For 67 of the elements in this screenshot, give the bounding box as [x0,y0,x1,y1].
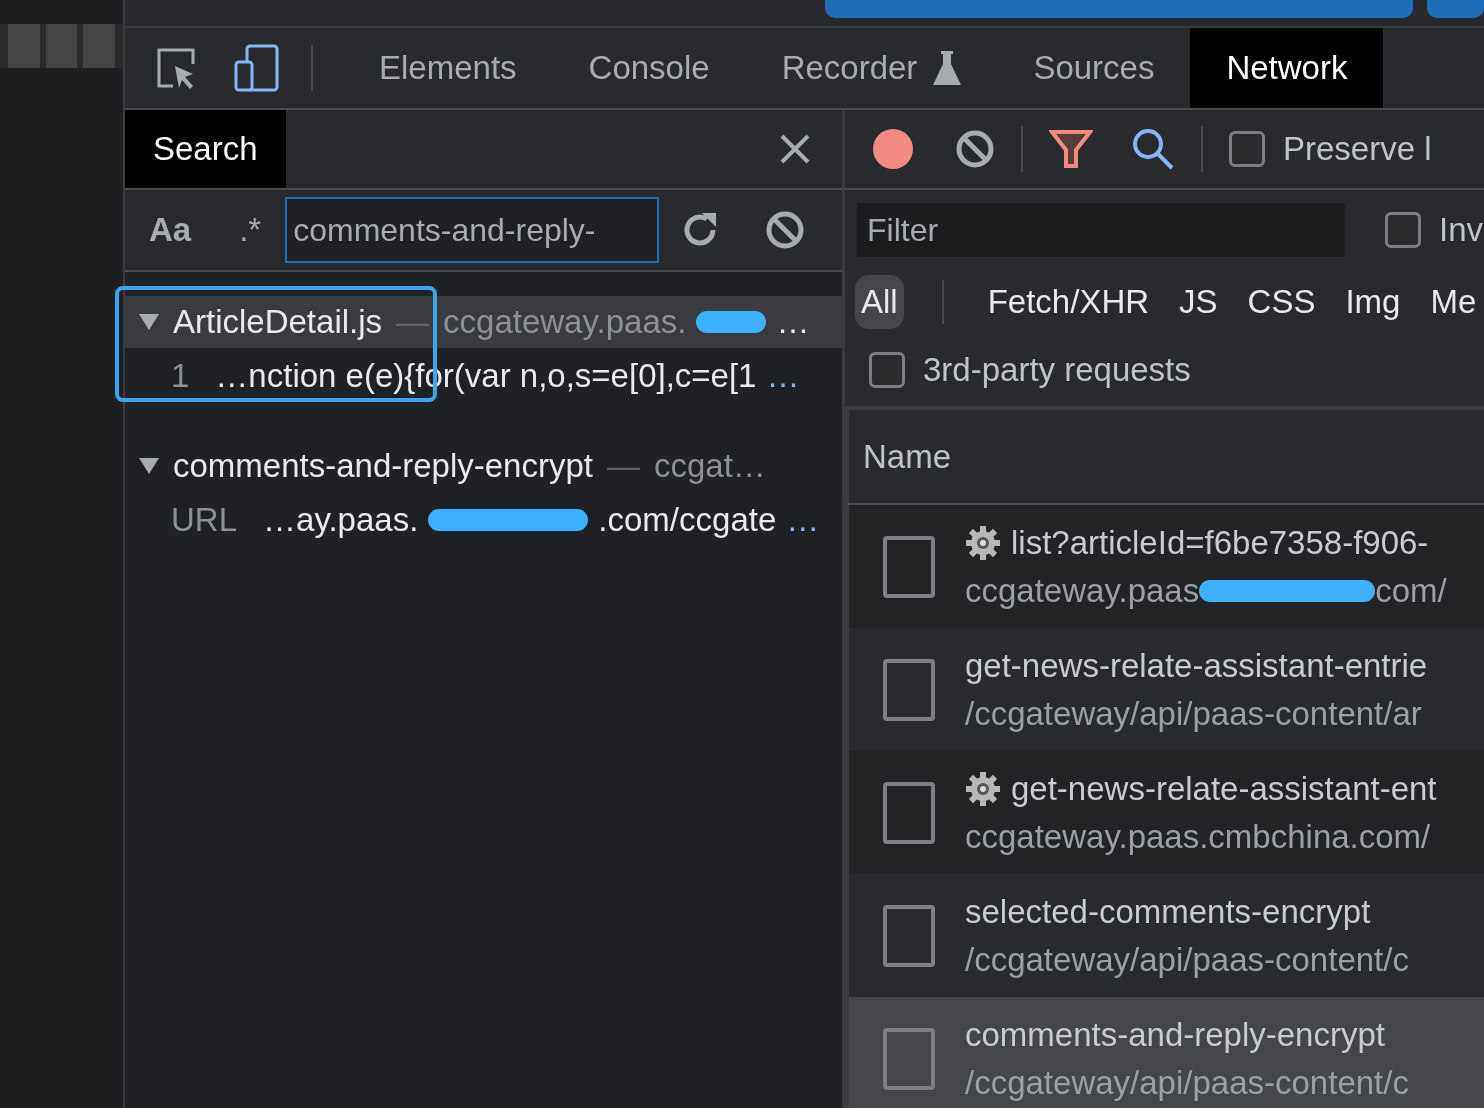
type-filter-chip[interactable]: Me [1424,275,1483,329]
search-tab[interactable]: Search [125,110,286,188]
panel-tab[interactable]: Sources [997,28,1191,108]
panel-tab[interactable]: Network [1190,28,1384,108]
gear-icon [965,770,1001,807]
regex-toggle[interactable]: .* [239,211,262,249]
more-ellipsis[interactable]: … [766,357,800,395]
request-name: list?articleId=f6be7358-f906- [1011,523,1429,562]
gear-icon [965,524,1001,561]
browser-button[interactable] [1427,0,1484,18]
clear-icon[interactable] [955,129,995,169]
file-origin: ccgateway.paas. [443,303,687,341]
expand-triangle-icon[interactable] [139,314,159,330]
match-text[interactable]: .com/ccgate [598,501,777,539]
type-filter-chip[interactable]: Fetch/XHR [981,275,1156,329]
file-origin: ccgat… [654,447,766,485]
invert-checkbox[interactable]: Inv [1385,211,1484,249]
type-filter-chip[interactable]: All [855,275,904,329]
search-input[interactable]: comments-and-reply- [285,197,660,263]
record-icon[interactable] [871,127,915,171]
match-text[interactable]: …ay.paas. [263,501,419,539]
panel-tab[interactable]: Console [552,28,746,108]
panel-tab[interactable]: Recorder [745,28,998,108]
column-header[interactable]: Name [863,437,952,476]
row-checkbox[interactable] [883,904,935,967]
request-row[interactable]: comments-and-reply-encrypt /ccgateway/api/paas-content/c [845,997,1484,1108]
request-name: get-news-relate-assistant-entrie [965,646,1428,685]
device-toolbar-icon[interactable] [233,44,281,92]
match-line-label: URL [171,501,238,539]
filter-field[interactable]: Filter [857,203,1345,257]
search-result-file[interactable]: comments-and-reply-encrypt — ccgat… [125,440,842,492]
preserve-log-checkbox[interactable]: Preserve l [1229,130,1432,168]
more-ellipsis[interactable]: … [786,501,820,539]
search-icon[interactable] [1131,127,1175,171]
search-result-file[interactable]: ArticleDetail.js — ccgateway.paas. … [125,296,842,348]
request-path: com/ [1375,571,1447,610]
request-path: /ccgateway/api/paas-content/ar [965,694,1422,733]
row-checkbox[interactable] [883,781,935,844]
type-filter-chip[interactable]: Img [1339,275,1407,329]
close-icon[interactable] [780,134,810,164]
type-filter-chip[interactable]: CSS [1241,275,1322,329]
match-case-toggle[interactable]: Aa [149,211,192,249]
row-checkbox[interactable] [883,1027,935,1090]
file-name: comments-and-reply-encrypt [173,447,593,485]
request-row[interactable]: get-news-relate-assistant-entrie /ccgateway/api/paas-content/ar [845,628,1484,751]
request-name: comments-and-reply-encrypt [965,1015,1385,1054]
ellipsis: … [776,303,810,341]
panel-tab[interactable]: Elements [343,28,553,108]
clear-icon[interactable] [765,210,806,250]
request-path: /ccgateway/api/paas-content/c [965,940,1409,979]
row-checkbox[interactable] [883,658,935,721]
flask-icon [933,51,962,85]
redaction-mark [696,311,767,333]
request-row[interactable]: selected-comments-encrypt /ccgateway/api/paas-content/c [845,874,1484,997]
file-name: ArticleDetail.js [173,303,383,341]
match-line-label: 1 [171,357,190,395]
expand-triangle-icon[interactable] [139,458,159,474]
request-path: ccgateway.paas [965,571,1200,610]
row-checkbox[interactable] [883,535,935,598]
filter-icon[interactable] [1049,129,1093,169]
request-name: get-news-relate-assistant-ent [1011,769,1437,808]
separator-dash: — [396,303,430,341]
type-filter-chip[interactable]: JS [1173,275,1224,329]
request-path: /ccgateway/api/paas-content/c [965,1063,1409,1102]
separator-dash: — [607,447,640,485]
request-name: selected-comments-encrypt [965,892,1371,931]
request-path: ccgateway.paas.cmbchina.com/ [965,817,1431,856]
